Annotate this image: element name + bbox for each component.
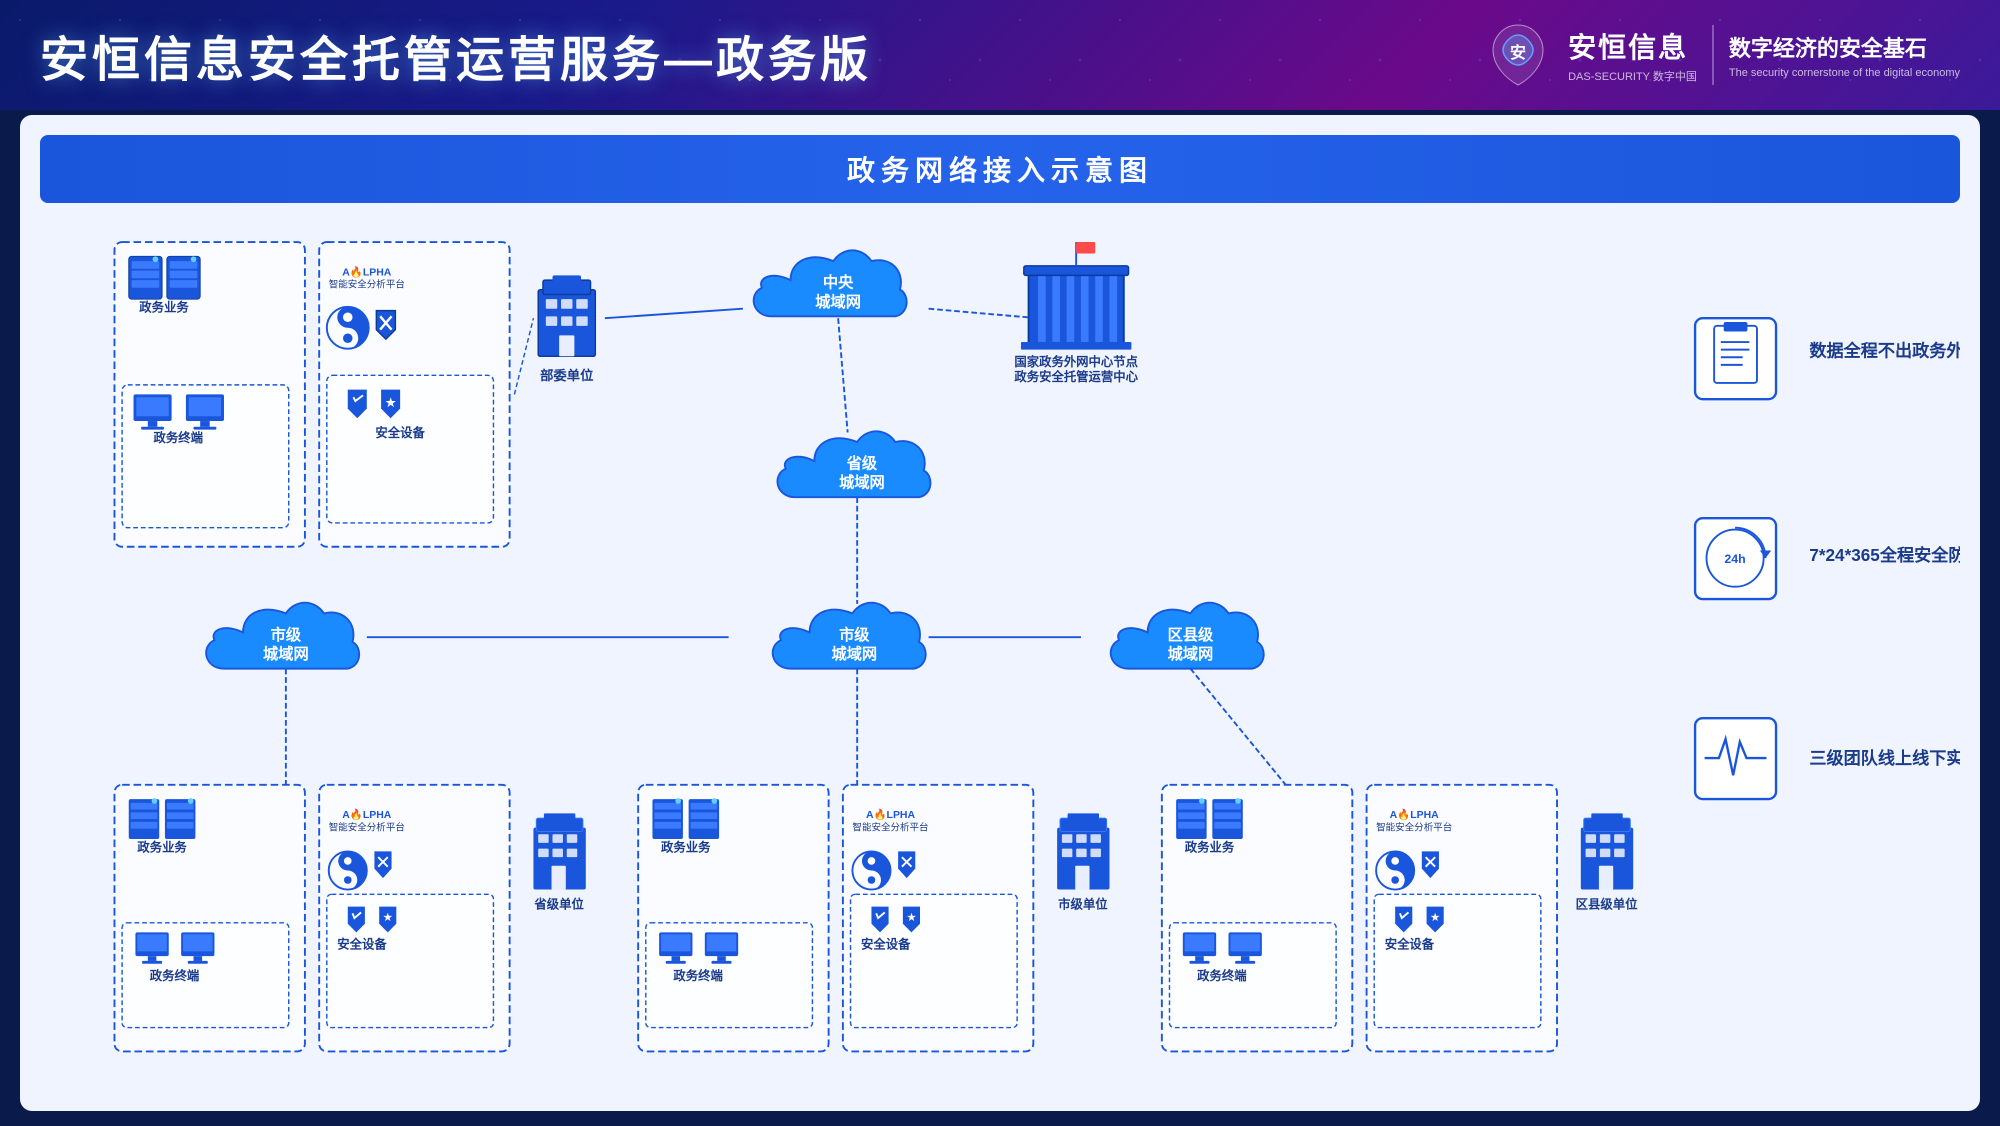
svg-text:安全设备: 安全设备 xyxy=(1385,937,1435,952)
svg-text:A🔥LPHA: A🔥LPHA xyxy=(342,265,392,278)
svg-text:★: ★ xyxy=(383,912,393,924)
svg-text:城域网: 城域网 xyxy=(815,293,861,311)
svg-text:★: ★ xyxy=(385,395,397,410)
svg-text:区县级单位: 区县级单位 xyxy=(1576,897,1638,912)
svg-text:政务业务: 政务业务 xyxy=(137,839,187,854)
svg-text:★: ★ xyxy=(1430,912,1440,924)
svg-text:政务终端: 政务终端 xyxy=(154,430,204,445)
svg-text:安: 安 xyxy=(1510,43,1526,62)
svg-text:智能安全分析平台: 智能安全分析平台 xyxy=(329,279,405,291)
svg-text:市级: 市级 xyxy=(271,626,302,644)
svg-text:市级: 市级 xyxy=(839,626,870,644)
svg-text:区县级: 区县级 xyxy=(1168,626,1214,644)
svg-text:政务业务: 政务业务 xyxy=(661,839,711,854)
svg-text:智能安全分析平台: 智能安全分析平台 xyxy=(1376,821,1452,833)
svg-text:城域网: 城域网 xyxy=(839,474,885,492)
main-content: 政务网络接入示意图 xyxy=(20,115,1980,1111)
svg-text:7*24*365全程安全防护: 7*24*365全程安全防护 xyxy=(1809,545,1960,565)
svg-text:数据全程不出政务外网: 数据全程不出政务外网 xyxy=(1809,340,1960,360)
svg-text:三级团队线上线下实时响应: 三级团队线上线下实时响应 xyxy=(1809,748,1960,768)
svg-text:政务终端: 政务终端 xyxy=(673,968,723,983)
svg-text:安全设备: 安全设备 xyxy=(861,937,911,952)
svg-text:政务业务: 政务业务 xyxy=(1185,839,1235,854)
svg-text:24h: 24h xyxy=(1724,552,1745,566)
svg-text:城域网: 城域网 xyxy=(831,645,877,663)
svg-text:A🔥LPHA: A🔥LPHA xyxy=(342,808,392,821)
svg-text:国家政务外网中心节点: 国家政务外网中心节点 xyxy=(1014,354,1138,369)
svg-text:政务安全托管运营中心: 政务安全托管运营中心 xyxy=(1014,369,1138,384)
svg-text:智能安全分析平台: 智能安全分析平台 xyxy=(852,821,928,833)
svg-text:政务业务: 政务业务 xyxy=(139,300,189,315)
svg-text:市级单位: 市级单位 xyxy=(1058,897,1108,912)
company-logo-icon: 安 xyxy=(1483,20,1553,90)
logo-text-block: 安恒信息 DAS-SECURITY 数字中国 xyxy=(1568,26,1697,84)
network-diagram-svg: 政务业务 政务终端 A🔥LPHA xyxy=(40,223,1960,1099)
svg-text:省级: 省级 xyxy=(846,455,878,473)
svg-text:A🔥LPHA: A🔥LPHA xyxy=(866,808,916,821)
svg-text:安全设备: 安全设备 xyxy=(337,937,387,952)
svg-text:部委单位: 部委单位 xyxy=(540,367,593,383)
header-logo: 安 安恒信息 DAS-SECURITY 数字中国 数字经济的安全基石 The s… xyxy=(1483,20,1960,90)
logo-tagline-block: 数字经济的安全基石 The security cornerstone of th… xyxy=(1729,31,1960,79)
svg-text:智能安全分析平台: 智能安全分析平台 xyxy=(329,821,405,833)
svg-text:安全设备: 安全设备 xyxy=(375,425,425,440)
svg-text:A🔥LPHA: A🔥LPHA xyxy=(1390,808,1440,821)
logo-divider xyxy=(1712,25,1714,85)
diagram-container: 政务网络接入示意图 xyxy=(40,135,1960,1091)
section-title-bar: 政务网络接入示意图 xyxy=(40,135,1960,203)
header-title: 安恒信息安全托管运营服务—政务版 xyxy=(40,20,872,90)
svg-text:中央: 中央 xyxy=(823,274,854,292)
svg-text:城域网: 城域网 xyxy=(1168,645,1214,663)
svg-text:城域网: 城域网 xyxy=(263,645,309,663)
svg-text:★: ★ xyxy=(906,912,916,924)
svg-text:政务终端: 政务终端 xyxy=(150,968,200,983)
svg-text:政务终端: 政务终端 xyxy=(1197,968,1247,983)
svg-text:省级单位: 省级单位 xyxy=(533,897,584,912)
header: 安恒信息安全托管运营服务—政务版 安 安恒信息 DAS-SECURITY 数字中… xyxy=(0,0,2000,110)
